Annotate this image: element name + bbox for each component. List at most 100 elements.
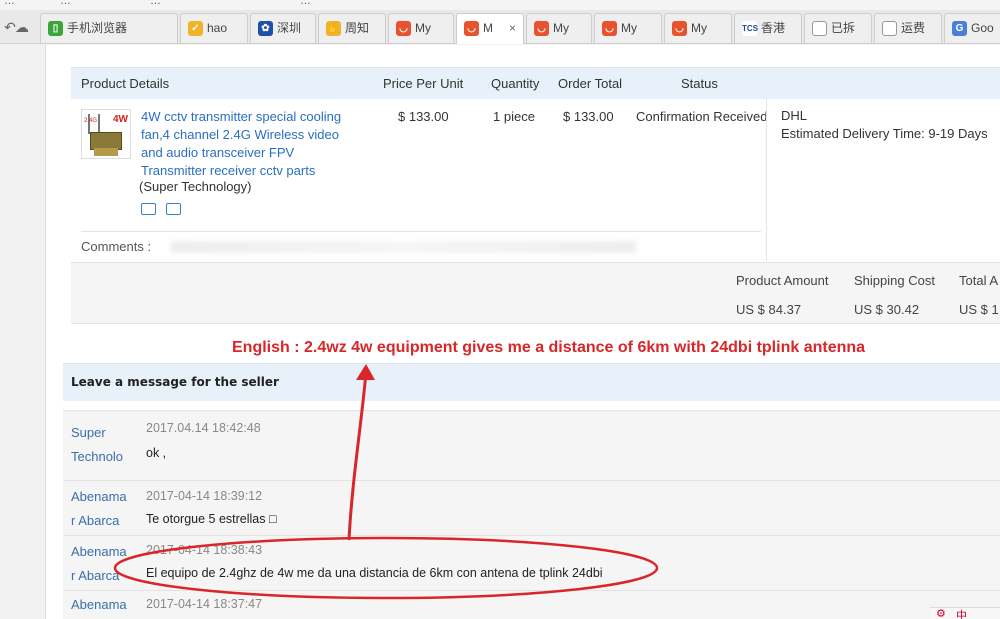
tab-label: My (621, 21, 637, 35)
google-translate-icon: G (952, 21, 967, 36)
message-author[interactable]: Abenama r Abarca (71, 485, 143, 533)
delivery-time: Estimated Delivery Time: 9-19 Days (781, 126, 988, 141)
hao123-icon: ✓ (188, 21, 203, 36)
ime-toolbar[interactable]: ⚙ 中 (930, 607, 1000, 619)
message-time: 2017.04.14 18:42:48 (146, 421, 261, 435)
browser-window: … … … … ↶ ☁ ▯ 手机浏览器 ✓ hao ✿ 深圳 ✋ 周知 ◡ My… (0, 0, 1000, 619)
total-amount-value: US $ 1 (959, 302, 999, 317)
order-total-value: $ 133.00 (563, 109, 614, 124)
order-detail-page: Product Details Price Per Unit Quantity … (45, 45, 1000, 619)
aliexpress-icon: ◡ (672, 21, 687, 36)
close-tab-icon[interactable]: × (509, 14, 516, 42)
product-thumbnail[interactable]: 4W 2.4G (81, 109, 131, 159)
tab-hongkong[interactable]: TCS 香港 (734, 13, 802, 43)
tab-label: 香港 (761, 21, 786, 35)
tab-label: 运费 (901, 21, 926, 35)
shipping-info: DHL Estimated Delivery Time: 9-19 Days (781, 107, 988, 143)
author-line: Abenama (71, 544, 127, 559)
tab-phone-browser[interactable]: ▯ 手机浏览器 (40, 13, 178, 43)
order-status: Confirmation Received (636, 109, 768, 124)
tab-my-active[interactable]: ◡ M × (456, 13, 524, 44)
column-divider (766, 99, 767, 261)
product-amount-value: US $ 84.37 (736, 302, 802, 317)
tab-label: M (483, 21, 493, 35)
tab-google[interactable]: G Goo (944, 13, 1000, 43)
message-body: El equipo de 2.4ghz de 4w me da una dist… (146, 566, 603, 580)
message-author[interactable]: Abenama r Abarca (71, 540, 143, 588)
aliexpress-icon: ◡ (602, 21, 617, 36)
tab-label: 已拆 (831, 21, 856, 35)
tab-my-3[interactable]: ◡ My (594, 13, 662, 43)
message-author[interactable]: Abenama (71, 593, 143, 617)
comments-label: Comments : (81, 239, 152, 254)
product-amount-label: Product Amount (736, 273, 829, 288)
message-author[interactable]: Super Technolo (71, 421, 143, 469)
bookmark-item[interactable]: … (300, 0, 311, 7)
aliexpress-icon: ◡ (464, 21, 479, 36)
tab-bar: ↶ ☁ ▯ 手机浏览器 ✓ hao ✿ 深圳 ✋ 周知 ◡ My ◡ M × ◡ (0, 10, 1000, 44)
paw-icon: ✿ (258, 21, 273, 36)
cloud-icon[interactable]: ☁ (12, 18, 32, 36)
thumb-fan (94, 148, 118, 156)
tab-label: My (415, 21, 431, 35)
aliexpress-icon: ◡ (396, 21, 411, 36)
message-item: Abenama 2017-04-14 18:37:47 (63, 590, 1000, 619)
author-line: Technolo (71, 449, 124, 464)
bookmark-item[interactable]: … (4, 0, 15, 7)
truck-icon[interactable] (141, 203, 156, 215)
tab-document-1[interactable]: 已拆 (804, 13, 872, 43)
tab-label: My (691, 21, 707, 35)
total-amount-label: Total A (959, 273, 999, 288)
message-item: Super Technolo 2017.04.14 18:42:48 ok , (63, 410, 1000, 480)
header-total: Order Total (558, 76, 623, 91)
bookmark-item[interactable]: … (60, 0, 71, 7)
message-item: Abenama r Abarca 2017-04-14 18:39:12 Te … (63, 480, 1000, 535)
message-body: ok , (146, 446, 167, 460)
tab-label: hao (207, 21, 228, 35)
shipping-cost-label: Shipping Cost (854, 273, 935, 288)
tab-my-1[interactable]: ◡ My (388, 13, 454, 43)
tab-document-2[interactable]: 运费 (874, 13, 942, 43)
document-icon (812, 21, 827, 36)
message-item: Abenama r Abarca 2017-04-14 18:38:43 El … (63, 535, 1000, 590)
messages-title: Leave a message for the seller (71, 375, 279, 389)
bookmark-strip: … … … … (0, 0, 1000, 10)
author-line: Abenama (71, 489, 127, 504)
unit-price: $ 133.00 (398, 109, 449, 124)
author-line: Super (71, 425, 106, 440)
store-name: (Super Technology) (139, 179, 252, 194)
snapshot-icon[interactable] (166, 203, 181, 215)
tab-my-2[interactable]: ◡ My (526, 13, 592, 43)
tab-hao[interactable]: ✓ hao (180, 13, 248, 43)
messages-header: Leave a message for the seller (63, 363, 1000, 401)
header-status: Status (681, 76, 718, 91)
hand-icon: ✋ (326, 21, 341, 36)
thumb-antenna (88, 114, 90, 134)
tab-shenzhen[interactable]: ✿ 深圳 (250, 13, 316, 43)
ime-lang: 中 (956, 610, 967, 619)
product-title-link[interactable]: 4W cctv transmitter special cooling fan,… (141, 108, 356, 180)
author-line: r Abarca (71, 513, 120, 528)
author-line: r Abarca (71, 568, 120, 583)
quantity-value: 1 piece (493, 109, 535, 124)
header-quantity: Quantity (491, 76, 540, 91)
tab-label: 深圳 (277, 21, 302, 35)
order-summary: Product Amount US $ 84.37 Shipping Cost … (71, 262, 1000, 324)
tab-my-4[interactable]: ◡ My (664, 13, 732, 43)
document-icon (882, 21, 897, 36)
tcs-icon: TCS (742, 21, 758, 36)
annotation-text: English : 2.4wz 4w equipment gives me a … (232, 339, 866, 356)
tab-zhouzhi[interactable]: ✋ 周知 (318, 13, 386, 43)
aliexpress-icon: ◡ (534, 21, 549, 36)
bookmark-item[interactable]: … (150, 0, 161, 7)
message-time: 2017-04-14 18:38:43 (146, 543, 263, 557)
tab-label: My (553, 21, 569, 35)
left-gutter (0, 45, 45, 619)
author-line: Abenama (71, 597, 127, 612)
carrier-name: DHL (781, 108, 808, 123)
thumb-antenna (98, 114, 100, 134)
tab-label: Goo (971, 21, 994, 35)
ime-icon: ⚙ (936, 608, 946, 619)
order-table-header: Product Details Price Per Unit Quantity … (71, 67, 1000, 99)
divider (81, 231, 761, 232)
